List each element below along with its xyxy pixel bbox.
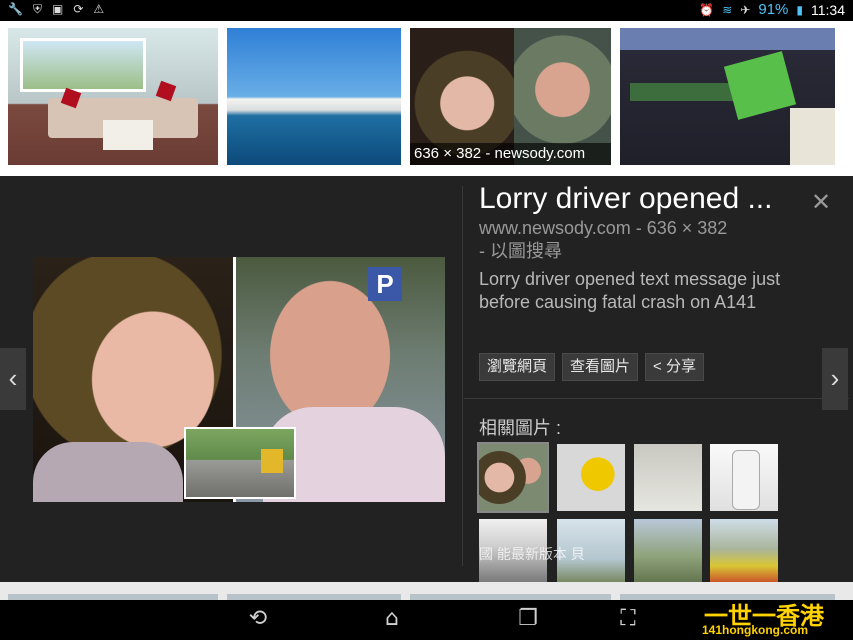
related-image-device[interactable] [634, 444, 702, 511]
related-image-road[interactable] [634, 519, 702, 586]
watermark-url: 141hongkong.com [702, 623, 809, 637]
cad-titlebar [620, 28, 835, 50]
result-thumbnail-caravan-lounge[interactable] [8, 28, 218, 165]
preview-main-image[interactable]: P [33, 257, 445, 502]
parking-sign: P [368, 267, 402, 301]
related-image-faces[interactable] [477, 442, 549, 513]
remote-shape [732, 450, 760, 510]
image-results-strip: 636 × 382 - newsody.com [0, 21, 853, 176]
status-left-icons: 🔧 ⛨ ▣ ⟳ ⚠ [8, 2, 104, 17]
search-by-image-link[interactable]: - 以圖搜尋 [479, 240, 799, 263]
visit-page-button[interactable]: 瀏覽網頁 [479, 353, 556, 381]
warning-icon: ⚠ [93, 2, 105, 16]
alarm-icon: ⏰ [699, 2, 715, 17]
result-thumbnail-seaside[interactable] [227, 28, 401, 165]
view-image-button[interactable]: 查看圖片 [562, 353, 639, 381]
action-buttons: 瀏覽網頁 查看圖片 < 分享 [479, 353, 704, 381]
shield-icon: ⛨ [32, 2, 42, 16]
clock: 11:34 [811, 1, 845, 18]
cad-green-part [723, 51, 797, 120]
battery-icon: ▮ [796, 2, 803, 17]
lounge-window [20, 38, 146, 92]
share-button[interactable]: < 分享 [645, 353, 704, 381]
thumbnail-caption: 636 × 382 - newsody.com [410, 143, 611, 165]
airplane-icon: ✈ [740, 2, 751, 17]
related-images-label: 相關圖片 : [479, 418, 562, 438]
wrench-icon: 🔧 [8, 2, 23, 16]
coffee-table [103, 120, 153, 150]
image-icon: ▣ [51, 2, 64, 16]
sync-icon: ⟳ [73, 2, 84, 16]
result-thumbnail-cad[interactable] [620, 28, 835, 165]
woman-top [33, 442, 183, 502]
related-image-pump[interactable] [557, 444, 625, 511]
source-line[interactable]: www.newsody.com - 636 × 382 [479, 217, 799, 240]
status-bar: 🔧 ⛨ ▣ ⟳ ⚠ ⏰ ≋ ✈ 91% ▮ 11:34 [0, 0, 853, 21]
cad-panel [790, 108, 835, 165]
screenshot-icon[interactable]: ⛶ [608, 606, 648, 631]
recents-icon[interactable]: ❐ [508, 606, 548, 631]
image-preview-panel: ‹ P Lorry driver opened ... ✕ www.newsod… [0, 176, 853, 586]
previous-image-button[interactable]: ‹ [0, 348, 26, 410]
battery-level: 91% [758, 1, 789, 18]
section-divider [464, 398, 849, 399]
preview-title[interactable]: Lorry driver opened ... [479, 182, 799, 216]
home-icon[interactable]: ⌂ [372, 606, 412, 631]
crash-scene-inset [184, 427, 296, 499]
related-image-remote[interactable] [710, 444, 778, 511]
result-thumbnail-newsody[interactable]: 636 × 382 - newsody.com [410, 28, 611, 165]
truck-shape [261, 449, 283, 473]
related-overlay-text: 國 能最新版本 貝 [479, 546, 585, 562]
status-right-icons: ⏰ ≋ ✈ 91% ▮ 11:34 [699, 1, 845, 18]
back-icon[interactable]: ⟲ [238, 606, 278, 631]
preview-meta: www.newsody.com - 636 × 382 - 以圖搜尋 [479, 217, 799, 263]
next-image-button[interactable]: › [822, 348, 848, 410]
related-image-workers[interactable] [710, 519, 778, 586]
close-icon[interactable]: ✕ [811, 188, 831, 217]
wifi-icon: ≋ [722, 2, 733, 17]
panel-divider [462, 186, 463, 566]
site-watermark: 一世一香港 141hongkong.com [700, 596, 853, 640]
preview-description: Lorry driver opened text message just be… [479, 269, 781, 312]
